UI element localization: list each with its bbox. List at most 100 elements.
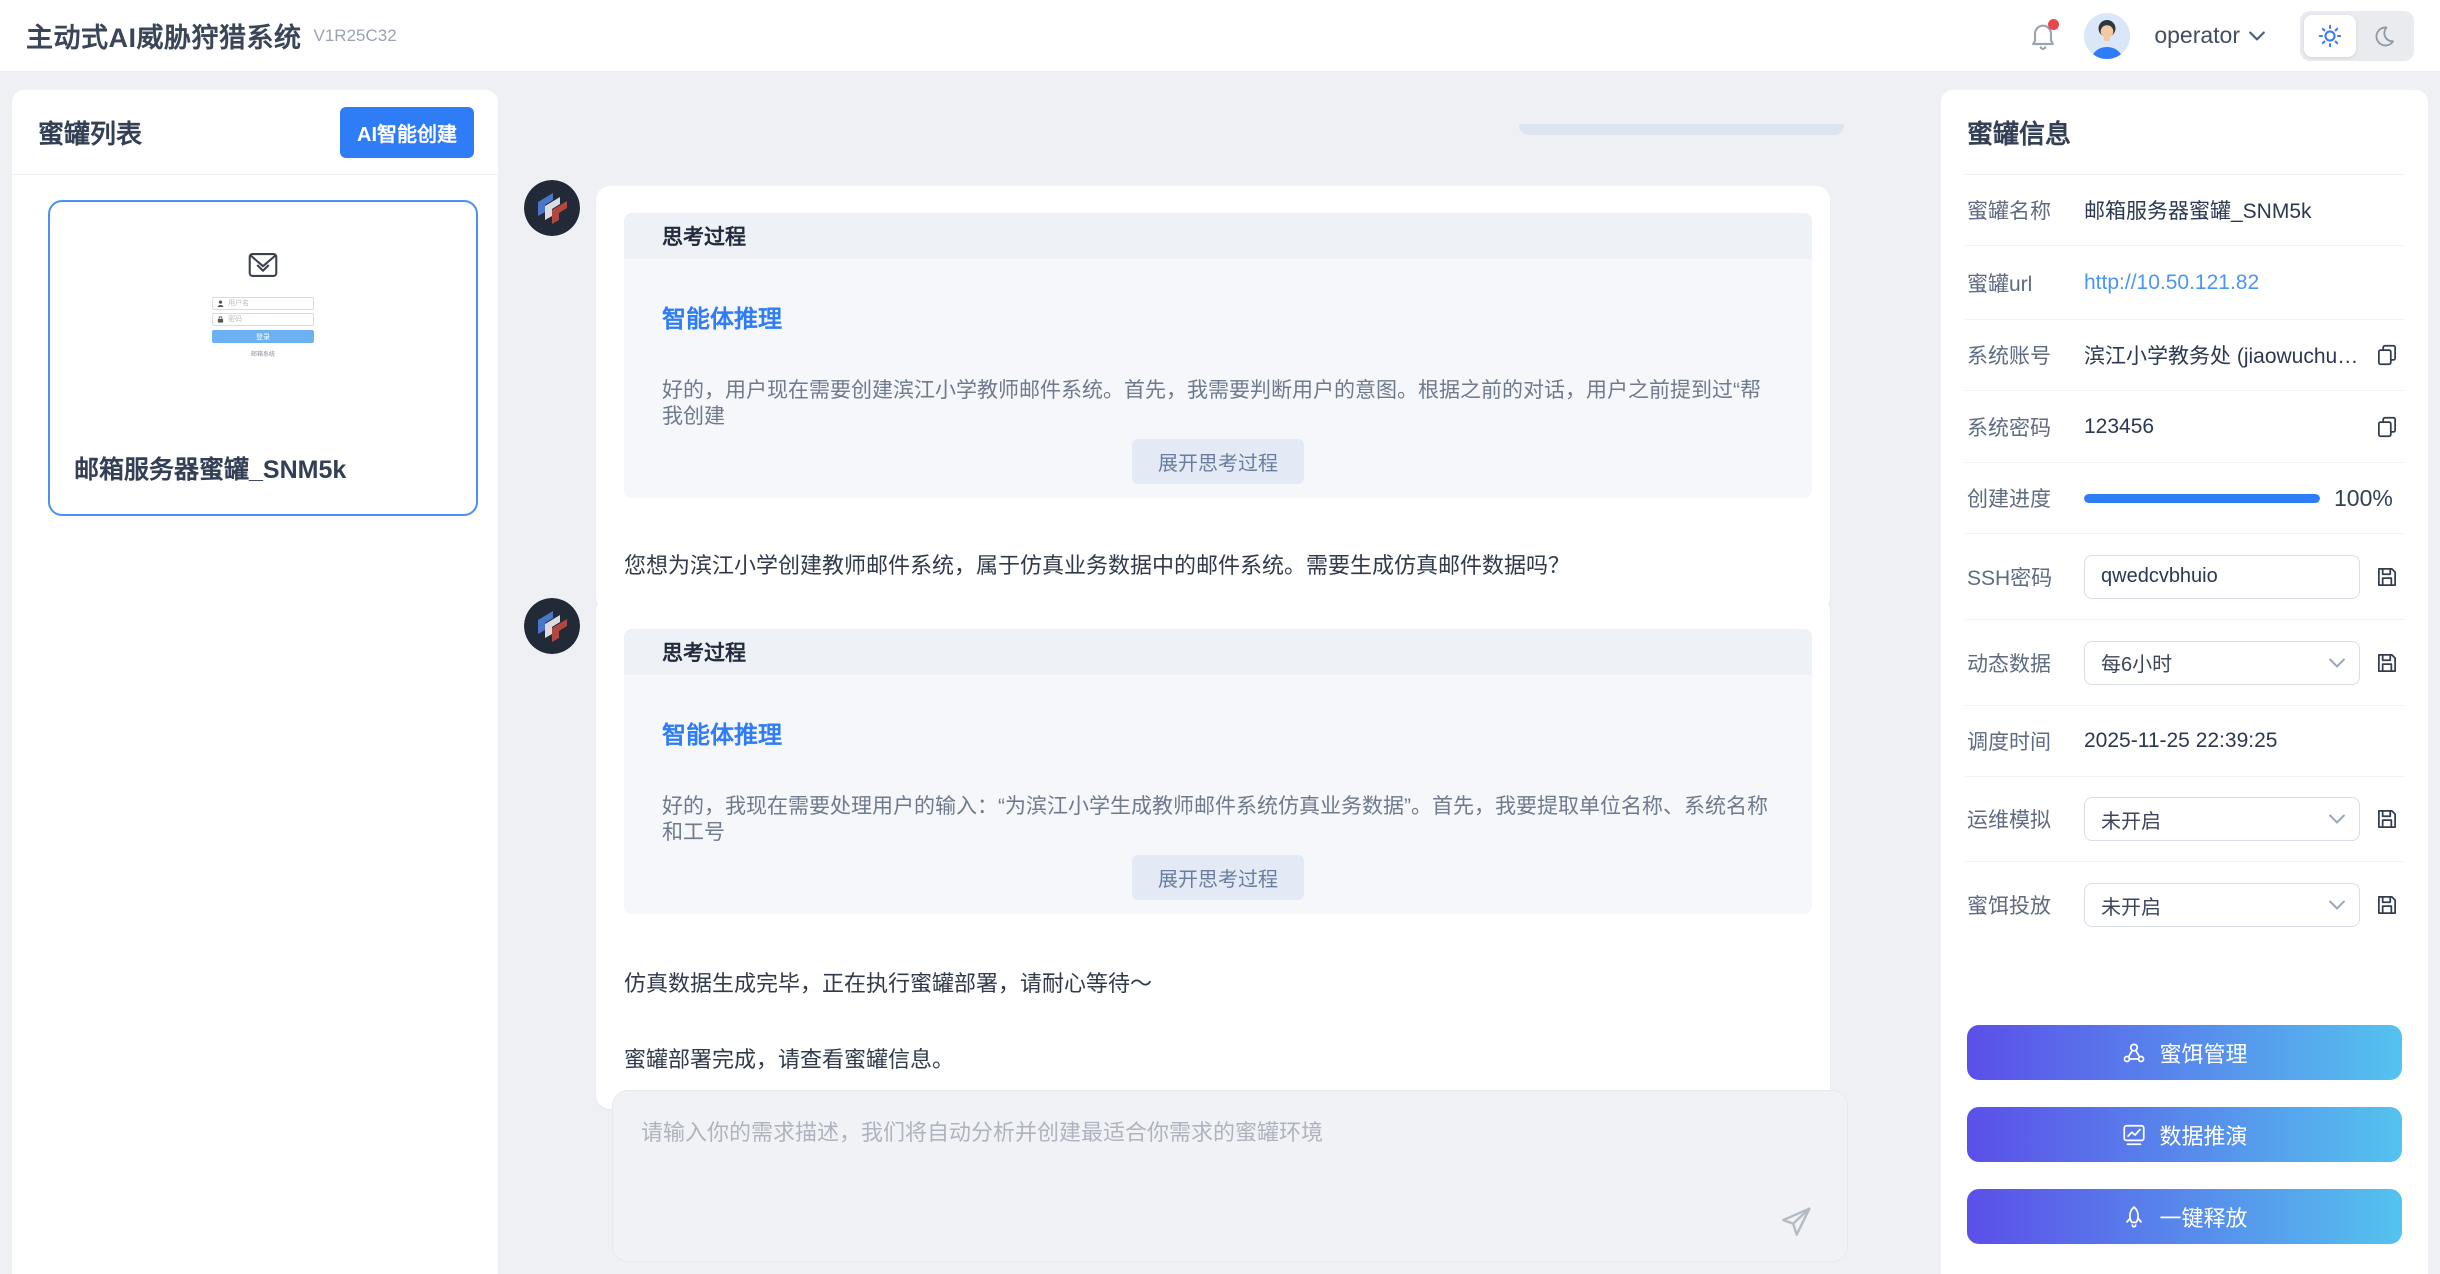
chevron-down-icon <box>2329 900 2345 910</box>
app-version: V1R25C32 <box>314 26 397 46</box>
bait-label: 蜜饵投放 <box>1967 890 2084 920</box>
theme-toggle <box>2300 11 2414 61</box>
preview-footer-text: 邮箱系统 <box>251 349 275 358</box>
ai-message-text-2b: 蜜罐部署完成，请查看蜜罐信息。 <box>624 1046 1812 1075</box>
send-icon <box>1777 1203 1815 1241</box>
reasoning-label-2: 智能体推理 <box>662 715 1774 750</box>
light-mode-button[interactable] <box>2304 15 2356 57</box>
save-icon <box>2374 564 2400 590</box>
create-progress-fill <box>2084 494 2320 503</box>
info-row-progress: 创建进度 100% <box>1965 463 2404 534</box>
send-button[interactable] <box>1775 1201 1817 1243</box>
user-icon <box>217 300 224 307</box>
dynamic-data-select[interactable]: 每6小时 <box>2084 641 2360 685</box>
copy-icon <box>2374 342 2400 368</box>
ai-avatar <box>524 598 580 654</box>
preview-username-placeholder: 用户名 <box>228 300 249 307</box>
honeypot-info-panel: 蜜罐信息 蜜罐名称 邮箱服务器蜜罐_SNM5k 蜜罐url http://10.… <box>1941 90 2428 1274</box>
thinking-title-1: 思考过程 <box>624 213 1812 259</box>
info-row-ops: 运维模拟 未开启 <box>1965 777 2404 862</box>
save-icon <box>2374 892 2400 918</box>
honeypot-url-link[interactable]: http://10.50.121.82 <box>2084 271 2259 295</box>
chat-input-container <box>612 1090 1848 1262</box>
schedule-value: 2025-11-25 22:39:25 <box>2084 729 2277 753</box>
ops-sim-select[interactable]: 未开启 <box>2084 797 2360 841</box>
reasoning-preview-1: 好的，用户现在需要创建滨江小学教师邮件系统。首先，我需要判断用户的意图。根据之前… <box>662 378 1774 431</box>
ssh-password-input[interactable] <box>2084 555 2360 599</box>
dynamic-data-value: 每6小时 <box>2101 648 2172 677</box>
preview-password-field: 密码 <box>212 313 314 326</box>
reasoning-label-1: 智能体推理 <box>662 299 1774 334</box>
user-menu[interactable]: operator <box>2154 22 2266 49</box>
chat-input[interactable] <box>613 1091 1847 1261</box>
thinking-title-2: 思考过程 <box>624 629 1812 675</box>
save-bait-button[interactable] <box>2372 890 2402 920</box>
ai-create-button[interactable]: AI智能创建 <box>340 107 474 158</box>
honeypot-info-title: 蜜罐信息 <box>1967 114 2071 151</box>
expand-thinking-button-1[interactable]: 展开思考过程 <box>1132 439 1304 484</box>
thinking-body-1: 智能体推理 好的，用户现在需要创建滨江小学教师邮件系统。首先，我需要判断用户的意… <box>624 259 1812 498</box>
chevron-down-icon <box>2248 30 2266 42</box>
info-row-dynamic: 动态数据 每6小时 <box>1965 620 2404 706</box>
ai-message-text-1: 您想为滨江小学创建教师邮件系统，属于仿真业务数据中的邮件系统。需要生成仿真邮件数… <box>624 552 1812 581</box>
data-simulation-icon <box>2121 1122 2147 1148</box>
account-label: 系统账号 <box>1967 340 2084 370</box>
app-root: 主动式AI威胁狩猎系统 V1R25C32 opera <box>0 0 2440 1274</box>
info-row-url: 蜜罐url http://10.50.121.82 <box>1965 246 2404 320</box>
thinking-box-2: 思考过程 智能体推理 好的，我现在需要处理用户的输入：“为滨江小学生成教师邮件系… <box>624 629 1812 914</box>
dark-mode-button[interactable] <box>2358 15 2410 57</box>
dynamic-data-label: 动态数据 <box>1967 648 2084 678</box>
honeypot-card[interactable]: 用户名 密码 登录 邮箱系统 邮箱服务器蜜罐_SNM5k <box>48 200 478 516</box>
chevron-down-icon <box>2329 658 2345 668</box>
honeypot-list-title: 蜜罐列表 <box>38 114 142 151</box>
one-key-release-button[interactable]: 一键释放 <box>1967 1189 2402 1244</box>
info-row-account: 系统账号 滨江小学教务处 (jiaowuchu… <box>1965 320 2404 391</box>
data-simulation-label: 数据推演 <box>2159 1119 2247 1151</box>
ops-sim-label: 运维模拟 <box>1967 804 2084 834</box>
preview-login-button: 登录 <box>212 330 314 343</box>
name-label: 蜜罐名称 <box>1967 195 2084 225</box>
top-header: 主动式AI威胁狩猎系统 V1R25C32 opera <box>0 0 2440 72</box>
scrolled-user-message-remnant <box>1519 124 1844 135</box>
honeypot-card-name: 邮箱服务器蜜罐_SNM5k <box>74 450 346 486</box>
notification-bell-icon[interactable] <box>2026 19 2060 53</box>
lock-icon <box>217 316 224 323</box>
save-ops-button[interactable] <box>2372 804 2402 834</box>
copy-icon <box>2374 414 2400 440</box>
moon-icon <box>2372 24 2396 48</box>
reasoning-preview-2: 好的，我现在需要处理用户的输入：“为滨江小学生成教师邮件系统仿真业务数据”。首先… <box>662 794 1774 847</box>
chevron-down-icon <box>2329 814 2345 824</box>
schedule-label: 调度时间 <box>1967 726 2084 756</box>
expand-thinking-button-2[interactable]: 展开思考过程 <box>1132 855 1304 900</box>
progress-label: 创建进度 <box>1967 483 2084 513</box>
ops-sim-value: 未开启 <box>2101 805 2161 834</box>
preview-username-field: 用户名 <box>212 297 314 310</box>
thinking-body-2: 智能体推理 好的，我现在需要处理用户的输入：“为滨江小学生成教师邮件系统仿真业务… <box>624 675 1812 914</box>
honeypot-list-header: 蜜罐列表 AI智能创建 <box>12 90 498 175</box>
preview-password-placeholder: 密码 <box>228 316 242 323</box>
honeypot-list-panel: 蜜罐列表 AI智能创建 用户名 密码 登录 邮 <box>12 90 498 1274</box>
data-simulation-button[interactable]: 数据推演 <box>1967 1107 2402 1162</box>
copy-account-button[interactable] <box>2372 340 2402 370</box>
one-key-release-label: 一键释放 <box>2159 1201 2247 1233</box>
notification-badge <box>2048 19 2059 30</box>
create-progress-bar <box>2084 494 2320 503</box>
copy-password-button[interactable] <box>2372 412 2402 442</box>
sun-icon <box>2317 23 2343 49</box>
mail-envelope-icon <box>248 252 278 278</box>
info-row-name: 蜜罐名称 邮箱服务器蜜罐_SNM5k <box>1965 175 2404 246</box>
save-dynamic-button[interactable] <box>2372 648 2402 678</box>
bait-management-button[interactable]: 蜜饵管理 <box>1967 1025 2402 1080</box>
info-row-bait: 蜜饵投放 未开启 <box>1965 862 2404 948</box>
info-row-password: 系统密码 123456 <box>1965 391 2404 463</box>
ai-message-2: 思考过程 智能体推理 好的，我现在需要处理用户的输入：“为滨江小学生成教师邮件系… <box>596 597 1830 1109</box>
bait-select[interactable]: 未开启 <box>2084 883 2360 927</box>
ai-message-text-2a: 仿真数据生成完毕，正在执行蜜罐部署，请耐心等待～ <box>624 970 1812 999</box>
password-label: 系统密码 <box>1967 412 2084 442</box>
save-ssh-button[interactable] <box>2372 562 2402 592</box>
user-avatar[interactable] <box>2084 13 2130 59</box>
url-label: 蜜罐url <box>1967 268 2084 298</box>
header-right: operator <box>2026 11 2414 61</box>
account-value: 滨江小学教务处 (jiaowuchu… <box>2084 340 2358 370</box>
bait-management-label: 蜜饵管理 <box>2159 1037 2247 1069</box>
